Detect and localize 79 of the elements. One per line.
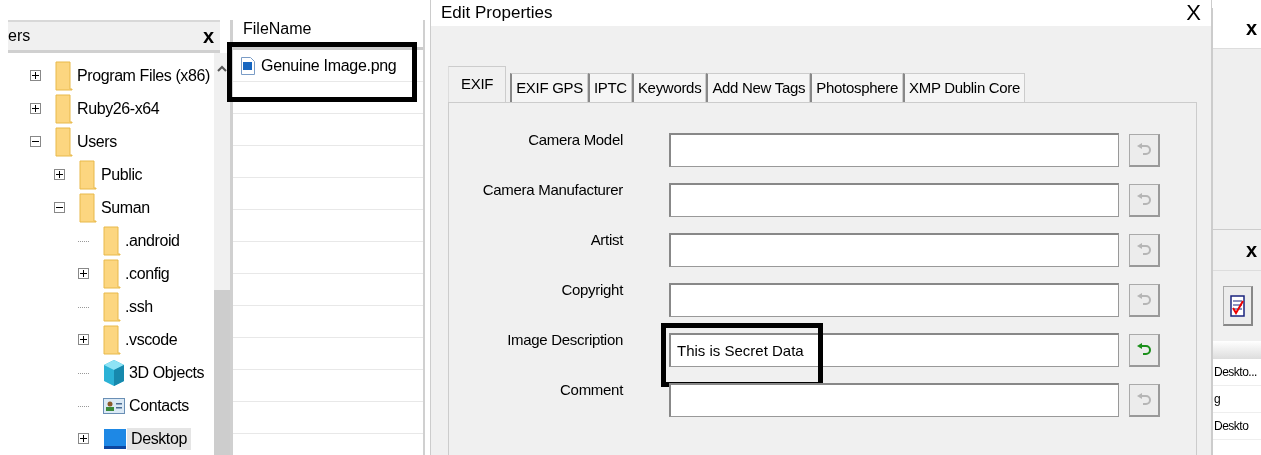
undo-icon bbox=[1136, 242, 1152, 257]
tree-item[interactable]: Program Files (x86) bbox=[73, 64, 214, 87]
tree-connector bbox=[78, 305, 89, 308]
folder-icon bbox=[55, 60, 73, 91]
folder-icon bbox=[103, 225, 121, 256]
text-field[interactable]: This is Secret Data bbox=[669, 333, 1119, 367]
tab[interactable]: IPTC bbox=[587, 73, 632, 102]
scrollbar[interactable] bbox=[213, 53, 230, 455]
expand-toggle[interactable] bbox=[78, 433, 89, 444]
tree-item[interactable]: .config bbox=[121, 262, 174, 285]
list-item[interactable]: g bbox=[1214, 392, 1221, 406]
checklist-icon bbox=[1229, 294, 1246, 317]
tree-item[interactable]: Contacts bbox=[125, 394, 193, 417]
tree-item[interactable]: .android bbox=[121, 229, 184, 252]
list-item[interactable]: Deskto bbox=[1214, 419, 1249, 433]
tree-item[interactable]: Users bbox=[73, 130, 121, 153]
panel-title: ers bbox=[8, 27, 31, 45]
close-button[interactable]: x bbox=[1245, 16, 1257, 40]
tree-item[interactable]: 3D Objects bbox=[125, 361, 209, 384]
expand-toggle[interactable] bbox=[54, 169, 65, 180]
expand-toggle[interactable] bbox=[78, 334, 89, 345]
expand-toggle[interactable] bbox=[30, 70, 41, 81]
folder-icon bbox=[79, 159, 97, 190]
text-field[interactable] bbox=[669, 383, 1119, 417]
folder-icon bbox=[55, 93, 73, 124]
scroll-thumb[interactable] bbox=[213, 290, 230, 455]
collapse-toggle[interactable] bbox=[54, 202, 65, 213]
checklist-button[interactable] bbox=[1223, 286, 1253, 326]
close-button[interactable]: X bbox=[1186, 0, 1201, 26]
contact-card-icon bbox=[103, 397, 125, 414]
field-label: Copyright bbox=[560, 280, 623, 298]
field-label: Camera Manufacturer bbox=[481, 180, 623, 198]
scroll-up-icon[interactable] bbox=[216, 65, 227, 72]
file-name[interactable]: Genuine Image.png bbox=[261, 56, 397, 75]
revert-button[interactable] bbox=[1129, 333, 1160, 367]
tree-item[interactable]: .ssh bbox=[121, 295, 157, 318]
tab[interactable]: Photosphere bbox=[810, 73, 903, 102]
tab[interactable]: Keywords bbox=[631, 73, 707, 102]
tab[interactable]: EXIF GPS bbox=[510, 73, 588, 102]
expand-toggle[interactable] bbox=[30, 103, 41, 114]
tab[interactable]: EXIF bbox=[448, 66, 507, 102]
undo-icon bbox=[1136, 342, 1152, 357]
undo-icon bbox=[1136, 392, 1152, 407]
cube-icon bbox=[103, 358, 125, 387]
expand-toggle[interactable] bbox=[78, 268, 89, 279]
undo-icon bbox=[1136, 142, 1152, 157]
tree-connector bbox=[78, 371, 89, 374]
tree-item[interactable]: Suman bbox=[97, 196, 154, 219]
field-label: Image Description bbox=[506, 330, 623, 348]
field-label: Artist bbox=[589, 230, 623, 248]
tree-item[interactable]: Ruby26-x64 bbox=[73, 97, 164, 120]
field-label: Comment bbox=[559, 380, 623, 398]
folder-icon bbox=[103, 324, 121, 355]
tab[interactable]: XMP Dublin Core bbox=[903, 73, 1026, 102]
folder-icon bbox=[103, 258, 121, 289]
tree-item[interactable]: Public bbox=[97, 163, 147, 186]
folder-icon bbox=[55, 126, 73, 157]
column-header[interactable]: FileName bbox=[233, 20, 423, 50]
close-button[interactable]: x bbox=[202, 24, 214, 48]
folder-icon bbox=[79, 192, 97, 223]
list-item[interactable]: Deskto... bbox=[1214, 365, 1257, 379]
undo-icon bbox=[1136, 192, 1152, 207]
tree-connector bbox=[78, 404, 89, 407]
text-field[interactable] bbox=[669, 283, 1119, 317]
text-field[interactable] bbox=[669, 133, 1119, 167]
tab[interactable]: Add New Tags bbox=[706, 73, 811, 102]
dialog-title: Edit Properties bbox=[441, 3, 553, 23]
text-field[interactable] bbox=[669, 183, 1119, 217]
tree-connector bbox=[78, 239, 89, 242]
undo-icon bbox=[1136, 292, 1152, 307]
tree-item[interactable]: .vscode bbox=[121, 328, 182, 351]
text-field[interactable] bbox=[669, 233, 1119, 267]
tree-item[interactable]: Desktop bbox=[127, 427, 191, 450]
close-button[interactable]: x bbox=[1245, 238, 1257, 262]
image-file-icon bbox=[241, 56, 255, 75]
field-label: Camera Model bbox=[527, 130, 623, 148]
folder-icon bbox=[103, 291, 121, 322]
collapse-toggle[interactable] bbox=[30, 136, 41, 147]
desktop-icon bbox=[103, 427, 127, 450]
